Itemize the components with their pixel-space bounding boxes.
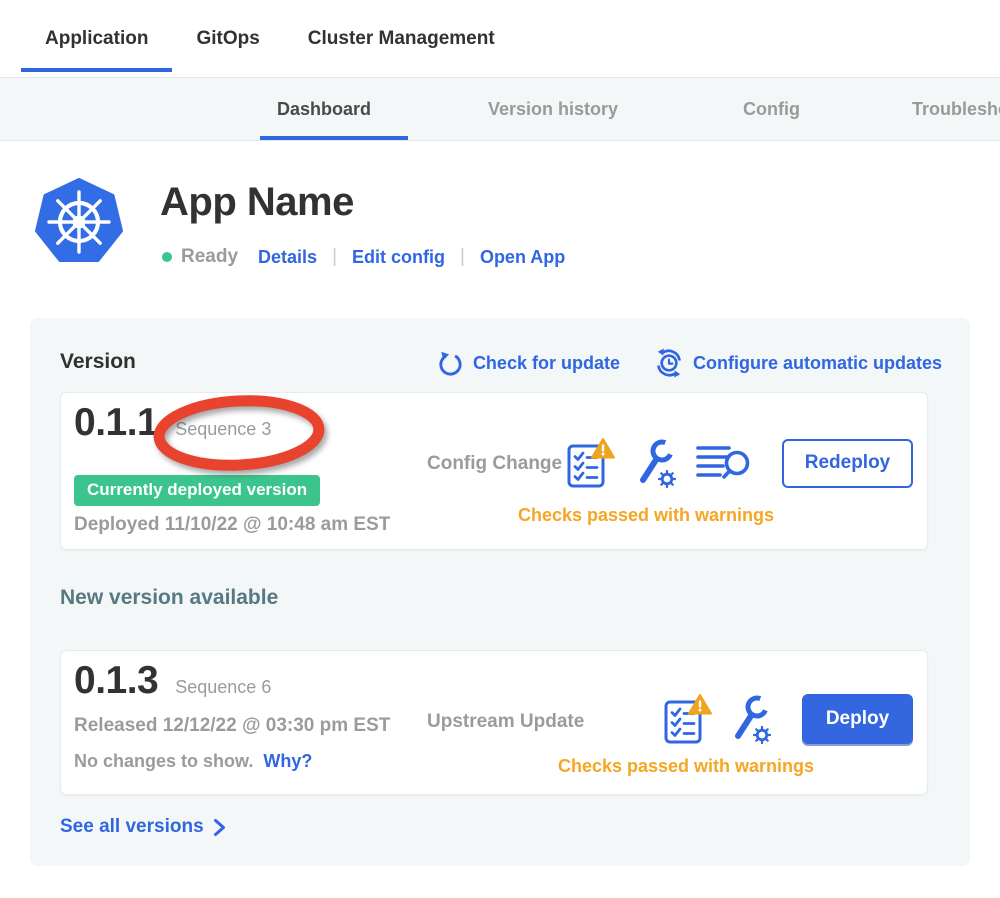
link-separator: |	[332, 246, 337, 268]
new-version-heading: New version available	[60, 586, 278, 610]
tab-version-history[interactable]: Version history	[488, 78, 618, 140]
current-version-sequence: Sequence 3	[175, 419, 271, 440]
checks-status-available: Checks passed with warnings	[516, 756, 856, 777]
checks-status-current: Checks passed with warnings	[481, 505, 811, 526]
tab-gitops[interactable]: GitOps	[172, 0, 283, 77]
current-version-actions: Redeploy	[567, 437, 913, 489]
sub-nav: Dashboard Version history Config Trouble…	[0, 77, 1000, 141]
status-dot-icon	[162, 252, 172, 262]
link-separator: |	[460, 246, 465, 268]
change-type-label: Upstream Update	[427, 711, 584, 733]
current-version-line: 0.1.1 Sequence 3	[74, 401, 271, 445]
current-version-card: 0.1.1 Sequence 3 Currently deployed vers…	[60, 392, 928, 550]
tab-troubleshoot[interactable]: Troubleshoot	[912, 78, 1000, 140]
no-changes-row: No changes to show. Why?	[74, 751, 312, 772]
configure-automatic-updates-link[interactable]: Configure automatic updates	[654, 348, 942, 378]
deployed-timestamp: Deployed 11/10/22 @ 10:48 am EST	[74, 514, 390, 536]
available-version-actions: Deploy	[664, 693, 913, 745]
edit-config-link[interactable]: Edit config	[352, 247, 445, 268]
app-status-row: Ready Details | Edit config | Open App	[162, 243, 565, 271]
currently-deployed-badge: Currently deployed version	[74, 475, 320, 506]
auto-update-schedule-icon	[654, 348, 684, 378]
available-version-line: 0.1.3 Sequence 6	[74, 659, 271, 703]
preflight-checks-warning-icon[interactable]	[567, 437, 615, 489]
available-version-card: 0.1.3 Sequence 6 Released 12/12/22 @ 03:…	[60, 650, 928, 795]
app-status: Ready	[181, 246, 238, 268]
no-changes-text: No changes to show.	[74, 751, 253, 771]
tab-config[interactable]: Config	[743, 78, 800, 140]
version-section-actions: Check for update Configure automatic upd…	[437, 348, 942, 378]
available-version-number: 0.1.3	[74, 659, 158, 703]
chevron-right-icon	[213, 818, 226, 837]
view-logs-icon[interactable]	[695, 441, 751, 485]
config-wrench-icon[interactable]	[729, 694, 771, 744]
top-nav: Application GitOps Cluster Management	[0, 0, 1000, 77]
admin-console-dashboard: Application GitOps Cluster Management Da…	[0, 0, 1000, 898]
preflight-checks-warning-icon[interactable]	[664, 693, 712, 745]
active-tab-underline	[260, 136, 408, 140]
app-title: App Name	[160, 180, 354, 225]
current-version-number: 0.1.1	[74, 401, 158, 445]
config-wrench-icon[interactable]	[634, 438, 676, 488]
open-app-link[interactable]: Open App	[480, 247, 565, 268]
check-for-update-link[interactable]: Check for update	[437, 350, 620, 377]
available-version-sequence: Sequence 6	[175, 677, 271, 698]
version-section-title: Version	[60, 350, 136, 374]
change-type-label: Config Change	[427, 453, 562, 475]
released-timestamp: Released 12/12/22 @ 03:30 pm EST	[74, 715, 390, 737]
tab-cluster-management[interactable]: Cluster Management	[284, 0, 519, 77]
refresh-icon	[437, 350, 464, 377]
details-link[interactable]: Details	[258, 247, 317, 268]
deploy-button[interactable]: Deploy	[802, 694, 913, 744]
why-link[interactable]: Why?	[263, 751, 312, 771]
kubernetes-logo	[35, 178, 123, 266]
tab-application[interactable]: Application	[21, 0, 172, 77]
version-section: Version Check for update Configur	[30, 318, 970, 866]
see-all-versions-link[interactable]: See all versions	[60, 816, 226, 838]
redeploy-button[interactable]: Redeploy	[782, 439, 913, 488]
tab-dashboard[interactable]: Dashboard	[277, 78, 371, 140]
